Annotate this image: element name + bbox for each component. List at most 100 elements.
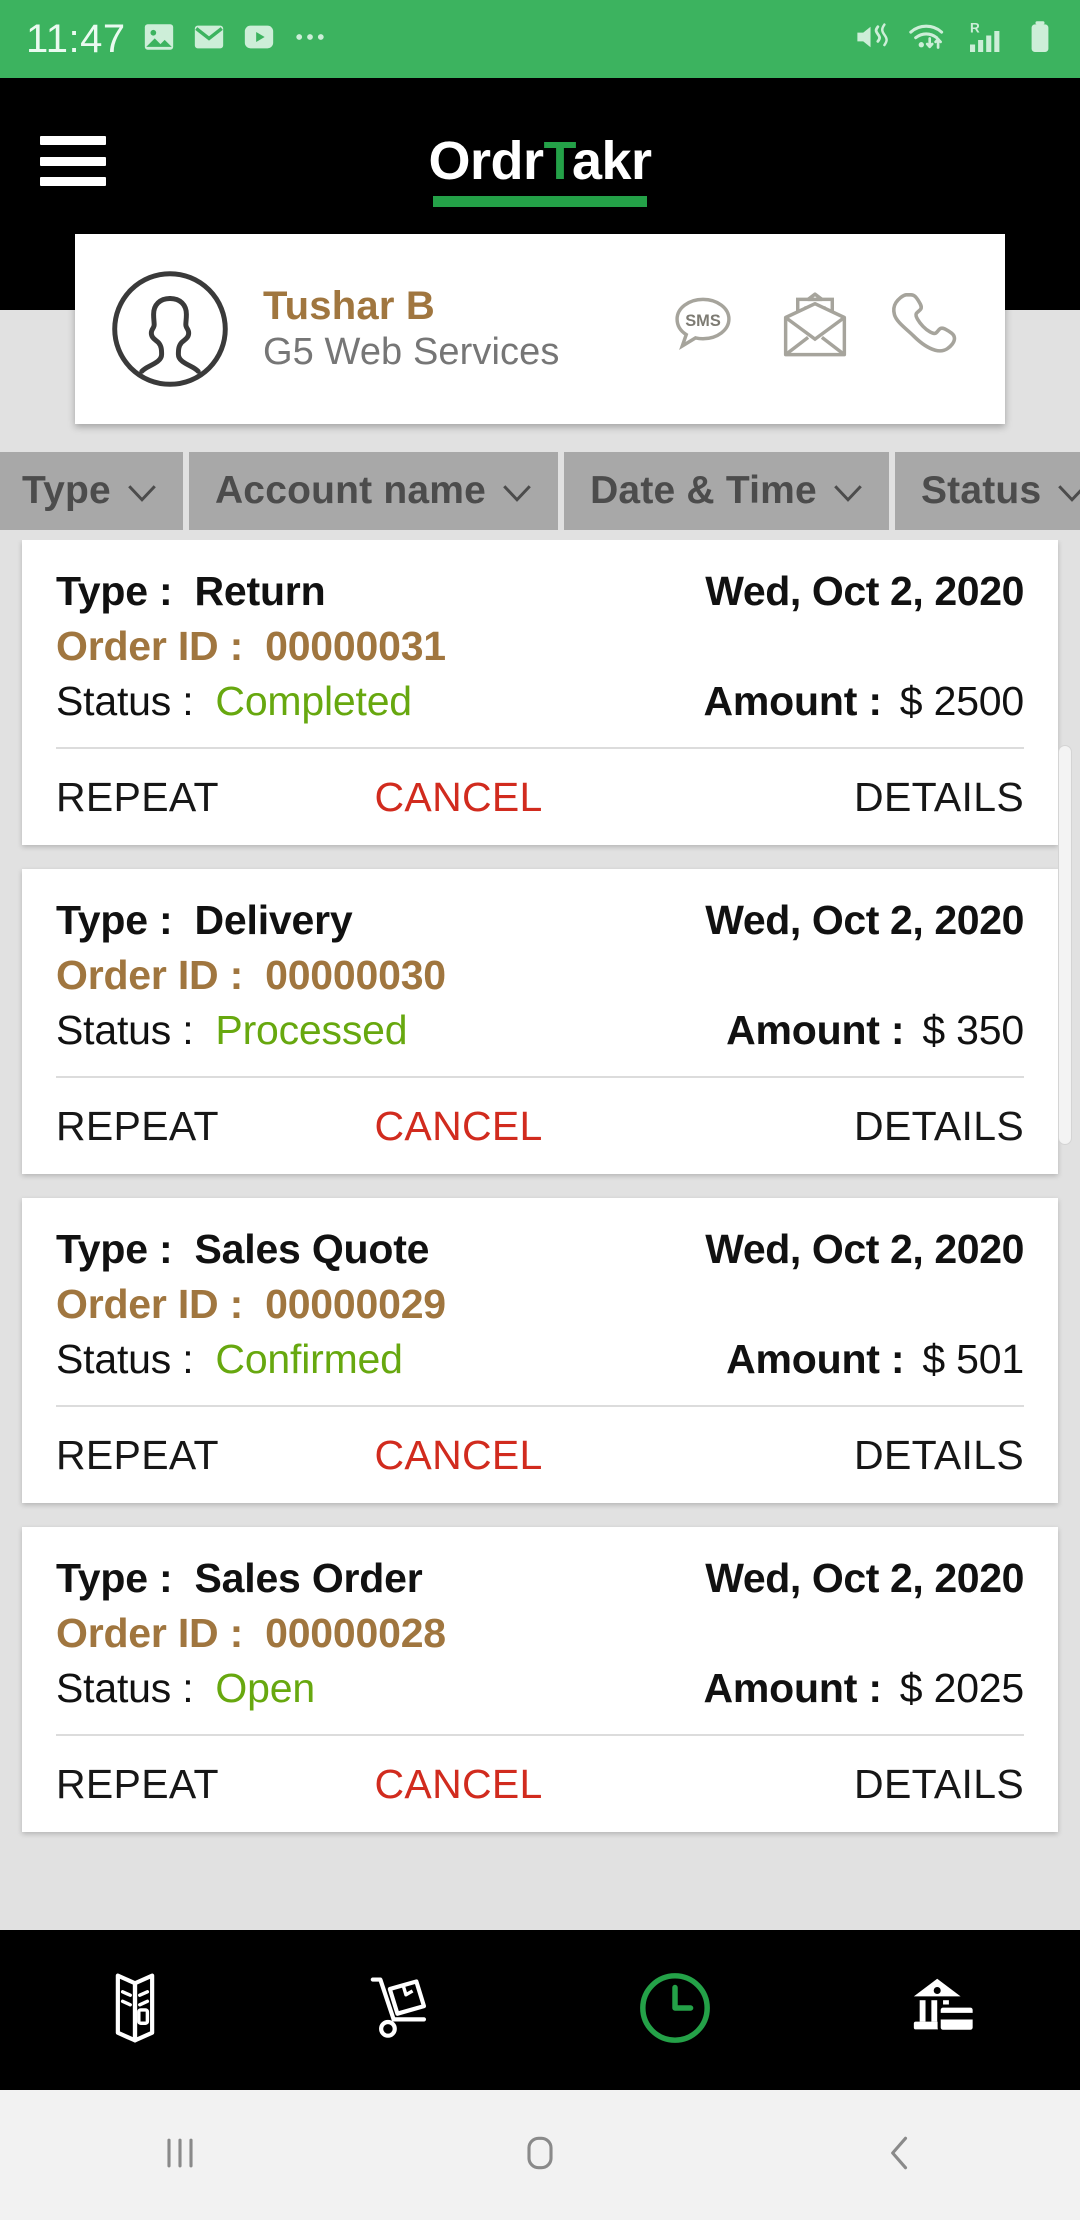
amount-group: Amount : $ 501	[726, 1336, 1024, 1383]
repeat-button[interactable]: REPEAT	[56, 1761, 219, 1808]
order-date: Wed, Oct 2, 2020	[705, 897, 1024, 943]
order-date: Wed, Oct 2, 2020	[705, 568, 1024, 614]
order-list[interactable]: Type : Return Wed, Oct 2, 2020 Order ID …	[0, 540, 1080, 1902]
wifi-icon	[908, 19, 950, 60]
amount-label: Amount :	[726, 1007, 905, 1053]
order-id-label: Order ID :	[56, 952, 244, 998]
status-label: Status :	[56, 1336, 194, 1382]
home-button[interactable]	[360, 2131, 720, 2180]
youtube-icon	[242, 20, 276, 59]
recents-icon	[158, 2131, 202, 2180]
order-id-label: Order ID :	[56, 623, 244, 669]
status-label: Status :	[56, 678, 194, 724]
nav-item-catalog[interactable]	[0, 1968, 270, 2053]
nav-item-delivery[interactable]	[270, 1972, 540, 2049]
profile-card[interactable]: Tushar B G5 Web Services SMS	[75, 234, 1005, 424]
profile-text: Tushar B G5 Web Services	[263, 283, 559, 375]
order-status-row: Status : Confirmed Amount : $ 501	[56, 1336, 1024, 1383]
status-bar-right: R	[853, 19, 1054, 60]
filter-label: Status	[920, 469, 1042, 512]
card-actions: REPEAT CANCEL DETAILS	[56, 1407, 1024, 1503]
nav-item-payments[interactable]	[810, 1971, 1080, 2050]
details-button[interactable]: DETAILS	[854, 1103, 1024, 1150]
filter-bar[interactable]: Type Account name Date & Time Status	[0, 452, 1080, 530]
type-label: Type :	[56, 1555, 173, 1601]
back-icon	[878, 2131, 922, 2180]
repeat-button[interactable]: REPEAT	[56, 774, 219, 821]
logo-text-part2: akr	[571, 131, 652, 191]
type-value: Delivery	[194, 897, 353, 943]
details-button[interactable]: DETAILS	[854, 1432, 1024, 1479]
profile-actions: SMS	[665, 288, 971, 371]
more-icon	[292, 20, 328, 59]
cancel-button[interactable]: CANCEL	[375, 1761, 543, 1808]
amount-group: Amount : $ 350	[726, 1007, 1024, 1054]
order-id-value: 00000031	[265, 623, 446, 669]
filter-chip-account-name[interactable]: Account name	[188, 452, 559, 530]
bottom-navigation-bar	[0, 1930, 1080, 2090]
order-card[interactable]: Type : Sales Quote Wed, Oct 2, 2020 Orde…	[22, 1198, 1058, 1503]
status-bar: 11:47 R	[0, 0, 1080, 78]
email-envelope-icon[interactable]	[775, 289, 855, 370]
card-actions: REPEAT CANCEL DETAILS	[56, 1078, 1024, 1174]
order-status-row: Status : Completed Amount : $ 2500	[56, 678, 1024, 725]
nav-item-history[interactable]	[540, 1969, 810, 2052]
repeat-button[interactable]: REPEAT	[56, 1103, 219, 1150]
app-logo: OrdrTakr	[0, 130, 1080, 192]
details-button[interactable]: DETAILS	[854, 774, 1024, 821]
filter-chip-date-time[interactable]: Date & Time	[564, 452, 889, 530]
type-value: Sales Order	[194, 1555, 423, 1601]
user-avatar-icon	[109, 268, 231, 390]
status-label: Status :	[56, 1007, 194, 1053]
type-label: Type :	[56, 1226, 173, 1272]
cancel-button[interactable]: CANCEL	[375, 774, 543, 821]
order-status-row: Status : Processed Amount : $ 350	[56, 1007, 1024, 1054]
card-actions: REPEAT CANCEL DETAILS	[56, 1736, 1024, 1832]
order-card[interactable]: Type : Delivery Wed, Oct 2, 2020 Order I…	[22, 869, 1058, 1174]
filter-chip-status[interactable]: Status	[894, 452, 1080, 530]
details-button[interactable]: DETAILS	[854, 1761, 1024, 1808]
catalog-book-icon	[98, 1968, 172, 2053]
amount-group: Amount : $ 2025	[704, 1665, 1025, 1712]
status-value: Open	[215, 1665, 315, 1711]
order-card[interactable]: Type : Return Wed, Oct 2, 2020 Order ID …	[22, 540, 1058, 845]
order-type-row: Type : Sales Order Wed, Oct 2, 2020	[56, 1555, 1024, 1602]
order-type-row: Type : Sales Quote Wed, Oct 2, 2020	[56, 1226, 1024, 1273]
status-bar-clock: 11:47	[26, 16, 126, 61]
order-card[interactable]: Type : Sales Order Wed, Oct 2, 2020 Orde…	[22, 1527, 1058, 1832]
order-id-row: Order ID : 00000029	[56, 1281, 1024, 1328]
clock-history-icon	[636, 1969, 714, 2052]
android-navigation-bar	[0, 2090, 1080, 2220]
amount-label: Amount :	[703, 678, 882, 724]
repeat-button[interactable]: REPEAT	[56, 1432, 219, 1479]
battery-icon	[1026, 19, 1054, 60]
sms-icon[interactable]: SMS	[665, 289, 741, 370]
list-scrollbar-thumb[interactable]	[1058, 745, 1072, 1145]
chevron-down-icon	[502, 469, 532, 513]
status-bar-left: 11:47	[26, 17, 328, 62]
order-date: Wed, Oct 2, 2020	[705, 1555, 1024, 1601]
recents-button[interactable]	[0, 2131, 360, 2180]
amount-group: Amount : $ 2500	[704, 678, 1025, 725]
order-id-value: 00000029	[265, 1281, 446, 1327]
phone-call-icon[interactable]	[889, 288, 965, 371]
back-button[interactable]	[720, 2131, 1080, 2180]
amount-value: $ 2025	[899, 1665, 1024, 1711]
status-value: Completed	[215, 678, 412, 724]
profile-company: G5 Web Services	[263, 331, 560, 374]
bank-payment-icon	[906, 1971, 984, 2050]
type-value: Sales Quote	[194, 1226, 430, 1272]
order-id-value: 00000030	[265, 952, 446, 998]
order-id-label: Order ID :	[56, 1610, 244, 1656]
status-value: Processed	[215, 1007, 408, 1053]
logo-underline	[433, 196, 647, 207]
order-type-row: Type : Return Wed, Oct 2, 2020	[56, 568, 1024, 615]
filter-chip-type[interactable]: Type	[0, 452, 183, 530]
cancel-button[interactable]: CANCEL	[375, 1432, 543, 1479]
cancel-button[interactable]: CANCEL	[375, 1103, 543, 1150]
order-type-row: Type : Delivery Wed, Oct 2, 2020	[56, 897, 1024, 944]
chevron-down-icon	[1057, 469, 1080, 513]
filter-label: Account name	[214, 469, 487, 512]
type-label: Type :	[56, 568, 173, 614]
logo-text-accent: T	[543, 131, 572, 191]
